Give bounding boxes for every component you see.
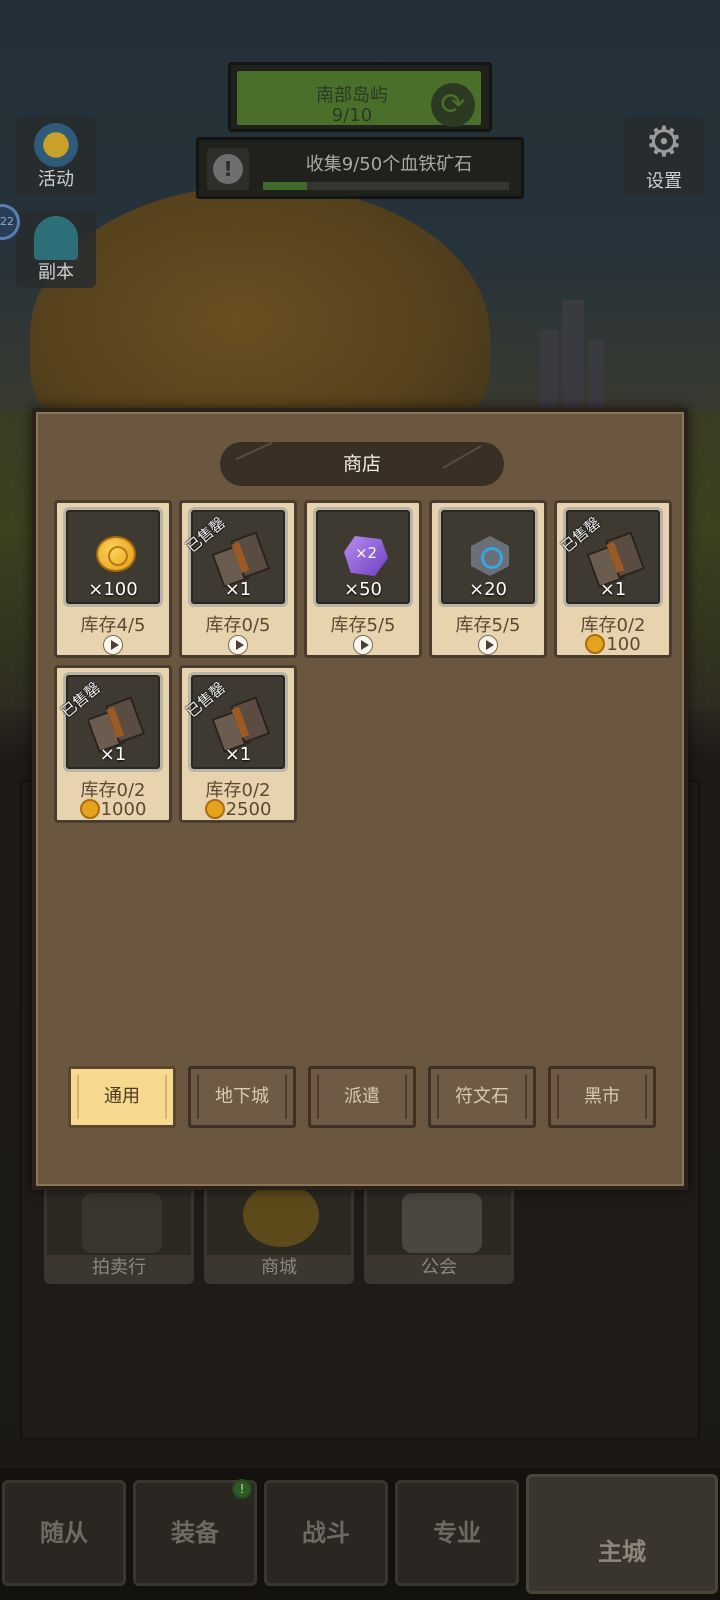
tab-black-market[interactable]: 黑市 <box>548 1066 656 1128</box>
shop-item-rune[interactable]: ×20 库存5/5 <box>429 500 547 658</box>
quest-progress-bar <box>263 182 509 190</box>
item-quantity: ×1 <box>99 744 127 765</box>
coin-icon <box>585 634 606 654</box>
play-icon <box>228 635 248 655</box>
item-quantity: ×50 <box>344 579 382 600</box>
auction-icon <box>82 1193 162 1253</box>
gear-icon: ⚙ <box>645 117 683 166</box>
coin-icon <box>204 799 225 819</box>
mall-label: 商城 <box>207 1255 351 1281</box>
watch-ad-button[interactable] <box>432 634 544 656</box>
event-button[interactable]: 活动 <box>16 117 96 195</box>
quest-progress-fill <box>263 182 308 190</box>
auction-label: 拍卖行 <box>47 1255 191 1281</box>
guild-label: 公会 <box>367 1255 511 1281</box>
watch-ad-button[interactable] <box>182 634 294 656</box>
item-slot: ×1 已售罄 <box>58 672 163 772</box>
guild-icon <box>402 1193 482 1253</box>
item-slot: ×2 ×50 <box>313 507 413 607</box>
nav-tab-battle[interactable]: 战斗 <box>264 1480 388 1586</box>
shop-item-book[interactable]: ×1 已售罄 库存0/2 2500 <box>179 665 297 823</box>
settings-button[interactable]: ⚙ 设置 <box>624 117 704 195</box>
background-castle <box>500 290 630 410</box>
item-slot: ×1 已售罄 <box>183 507 288 607</box>
price-value: 1000 <box>100 799 147 820</box>
watch-ad-button[interactable] <box>307 634 419 656</box>
item-slot: ×20 <box>438 507 538 607</box>
item-quantity: ×20 <box>469 579 507 600</box>
nav-tab-profession[interactable]: 专业 <box>395 1480 519 1586</box>
gold-coin-icon <box>96 536 136 572</box>
shop-tabs: 通用 地下城 派遣 符文石 黑市 <box>68 1066 658 1128</box>
region-banner[interactable]: 南部岛屿 9/10 ⟳ <box>228 62 492 132</box>
shop-modal: 商店 ×100 库存4/5 ×1 已售罄 库存0/5 ×2 ×50 库存5/5 … <box>32 408 688 1190</box>
price-value: 100 <box>606 634 641 655</box>
mall-button[interactable]: 商城 <box>204 1180 354 1284</box>
shop-item-book[interactable]: ×1 已售罄 库存0/5 <box>179 500 297 658</box>
refresh-icon[interactable]: ⟳ <box>431 83 475 127</box>
portal-icon <box>34 216 78 260</box>
shop-item-book[interactable]: ×1 已售罄 库存0/2 100 <box>554 500 672 658</box>
play-icon <box>103 635 123 655</box>
item-quantity: ×1 <box>599 579 627 600</box>
nav-tab-main-city[interactable]: 主城 <box>526 1474 718 1594</box>
dungeon-button[interactable]: 副本 <box>16 210 96 288</box>
event-label: 活动 <box>38 169 74 190</box>
price-value: 2500 <box>225 799 272 820</box>
shop-title: 商店 <box>220 442 504 486</box>
play-icon <box>353 635 373 655</box>
settings-label: 设置 <box>646 171 682 192</box>
play-icon <box>478 635 498 655</box>
item-slot: ×1 已售罄 <box>183 672 288 772</box>
tab-general[interactable]: 通用 <box>68 1066 176 1128</box>
coin-icon <box>79 799 100 819</box>
shop-item-book[interactable]: ×1 已售罄 库存0/2 1000 <box>54 665 172 823</box>
star-icon <box>34 123 78 167</box>
item-quantity: ×1 <box>224 579 252 600</box>
item-slot: ×1 已售罄 <box>558 507 663 607</box>
auction-house-button[interactable]: 拍卖行 <box>44 1180 194 1284</box>
item-quantity: ×1 <box>224 744 252 765</box>
tab-dungeon[interactable]: 地下城 <box>188 1066 296 1128</box>
guild-button[interactable]: 公会 <box>364 1180 514 1284</box>
quest-text: 收集9/50个血铁矿石 <box>305 154 473 175</box>
nav-tab-followers[interactable]: 随从 <box>2 1480 126 1586</box>
watch-ad-button[interactable] <box>57 634 169 656</box>
gold-price-button[interactable]: 1000 <box>57 799 169 821</box>
tab-rune-stone[interactable]: 符文石 <box>428 1066 536 1128</box>
shop-item-gem[interactable]: ×2 ×50 库存5/5 <box>304 500 422 658</box>
coin-icon <box>243 1183 319 1247</box>
exclamation-icon: ! <box>207 148 249 190</box>
shop-item-gold[interactable]: ×100 库存4/5 <box>54 500 172 658</box>
dungeon-label: 副本 <box>38 262 74 283</box>
gold-price-button[interactable]: 2500 <box>182 799 294 821</box>
gold-price-button[interactable]: 100 <box>557 634 669 656</box>
gem-label: ×2 <box>354 544 378 562</box>
quest-bar[interactable]: ! 收集9/50个血铁矿石 <box>196 137 524 199</box>
item-quantity: ×100 <box>88 579 138 600</box>
rune-stone-icon <box>471 536 509 576</box>
item-slot: ×100 <box>63 507 163 607</box>
tab-dispatch[interactable]: 派遣 <box>308 1066 416 1128</box>
notification-badge: ! <box>232 1479 252 1499</box>
